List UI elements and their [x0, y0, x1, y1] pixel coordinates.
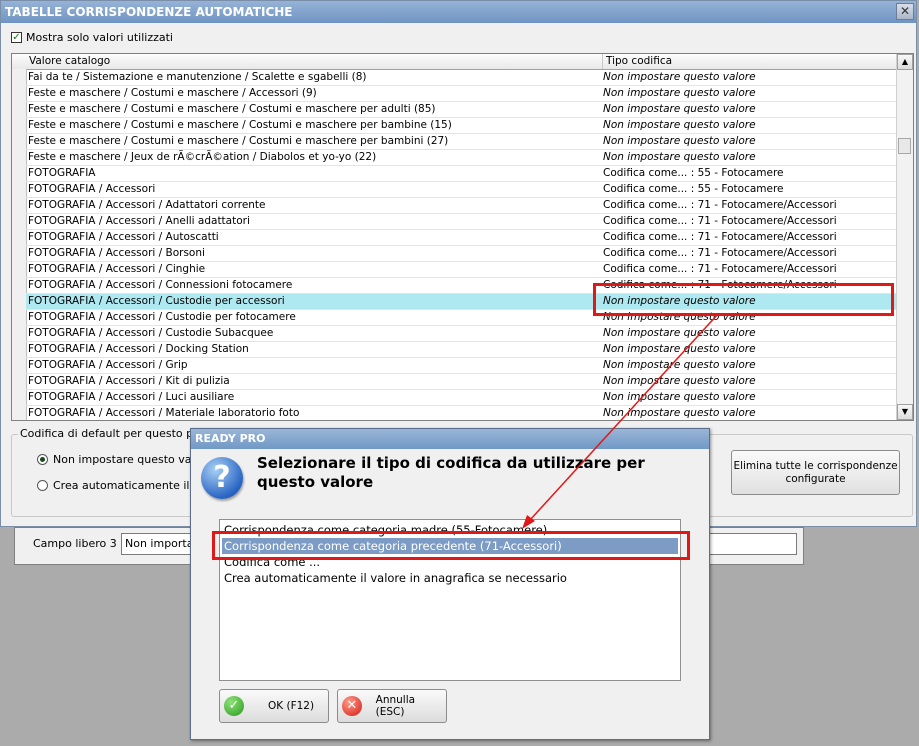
annotation-arrow	[522, 313, 719, 529]
